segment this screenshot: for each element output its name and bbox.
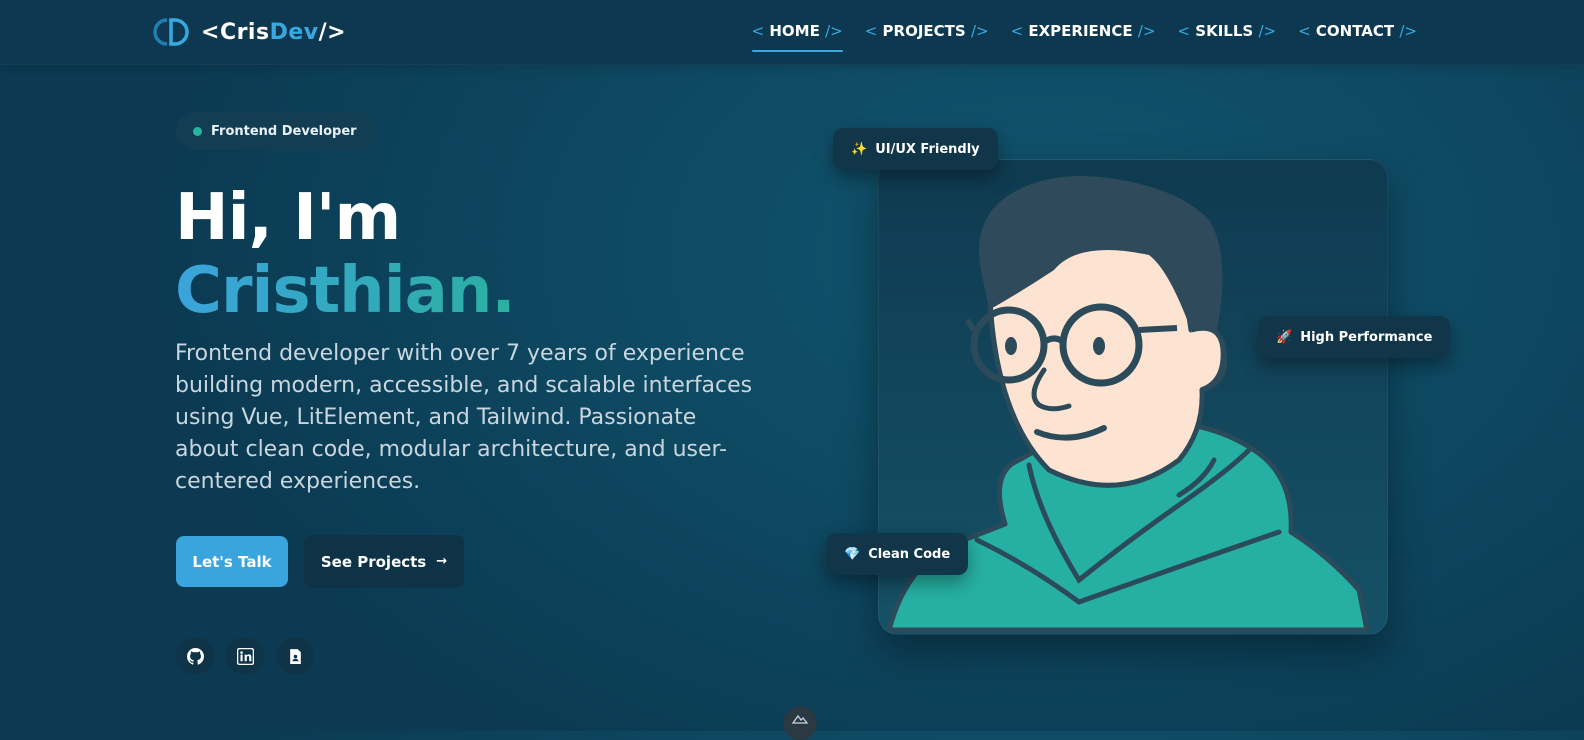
nav-item-skills[interactable]: < SKILLS /> xyxy=(1177,22,1276,40)
chip-label: High Performance xyxy=(1300,329,1433,345)
nav-item-contact[interactable]: < CONTACT /> xyxy=(1298,22,1417,40)
nav-item-experience[interactable]: < EXPERIENCE /> xyxy=(1011,22,1156,40)
hero-description: Frontend developer with over 7 years of … xyxy=(175,341,753,494)
chip-high-performance: 🚀 High Performance xyxy=(1258,316,1451,358)
site-header: <CrisDev/> < HOME /> < PROJECTS /> < EXP… xyxy=(0,0,1584,65)
see-projects-button[interactable]: See Projects → xyxy=(304,535,464,588)
diamond-icon: 💎 xyxy=(844,546,861,562)
chip-label: Clean Code xyxy=(868,546,951,562)
arrow-right-icon: → xyxy=(436,554,448,569)
resume-link[interactable] xyxy=(276,637,314,675)
rocket-icon: 🚀 xyxy=(1276,329,1293,345)
linkedin-icon xyxy=(236,647,254,665)
nav-item-home[interactable]: < HOME /> xyxy=(751,22,843,52)
main-nav: < HOME /> < PROJECTS /> < EXPERIENCE /> … xyxy=(751,22,1417,52)
see-projects-label: See Projects xyxy=(320,552,427,571)
chip-label: UI/UX Friendly xyxy=(875,141,980,157)
chip-ui-ux-friendly: ✨ UI/UX Friendly xyxy=(833,128,998,170)
sparkles-icon: ✨ xyxy=(851,141,868,157)
scroll-down-button[interactable] xyxy=(783,706,817,740)
lets-talk-button[interactable]: Let's Talk xyxy=(176,536,288,587)
hero-name: Cristhian. xyxy=(175,254,516,328)
linkedin-link[interactable] xyxy=(226,637,264,675)
github-icon xyxy=(186,647,204,665)
status-dot-icon xyxy=(193,126,202,136)
mountain-icon xyxy=(792,714,808,724)
logo-text: <CrisDev/> xyxy=(201,19,347,45)
nav-item-projects[interactable]: < PROJECTS /> xyxy=(865,22,989,40)
logo-mark-icon xyxy=(153,18,189,46)
chip-clean-code: 💎 Clean Code xyxy=(826,533,969,575)
role-badge-label: Frontend Developer xyxy=(211,123,357,139)
role-badge: Frontend Developer xyxy=(176,112,374,150)
github-link[interactable] xyxy=(176,637,214,675)
resume-icon xyxy=(289,648,301,664)
logo[interactable]: <CrisDev/> xyxy=(151,16,346,48)
hero-greeting: Hi, I'm xyxy=(175,181,401,255)
